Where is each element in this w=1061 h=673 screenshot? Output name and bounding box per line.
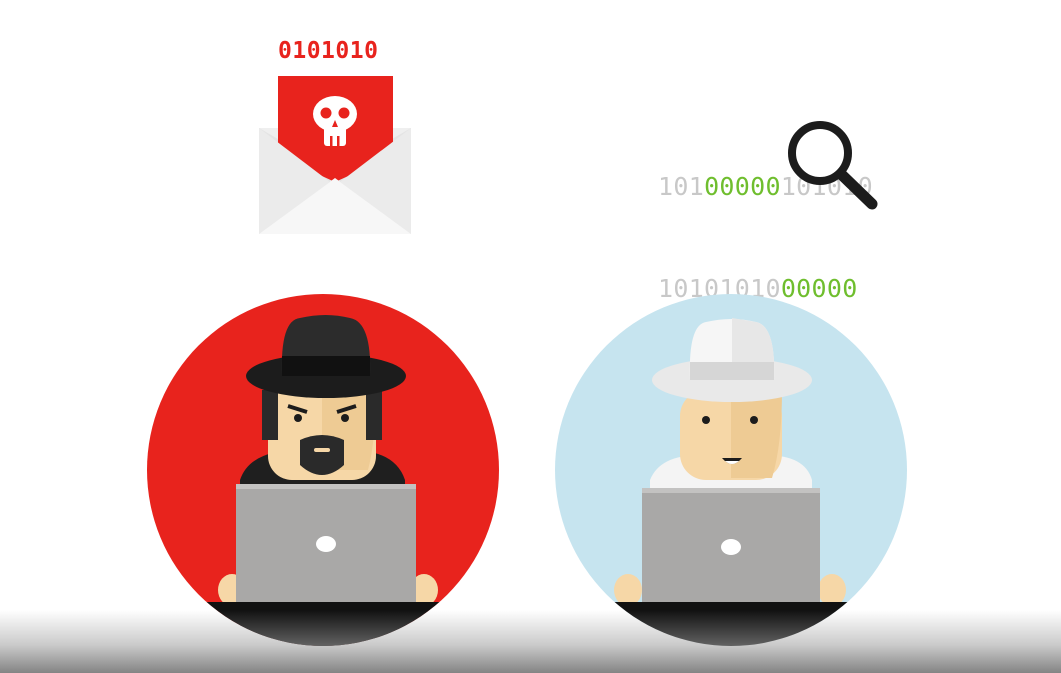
- laptop-icon: [642, 488, 820, 602]
- illustration-stage: 0101010 10100000101010 1010101000000 100…: [0, 0, 1061, 673]
- illustration-art: [147, 76, 907, 646]
- magnifier-icon: [788, 121, 878, 210]
- laptop-icon: [236, 484, 416, 602]
